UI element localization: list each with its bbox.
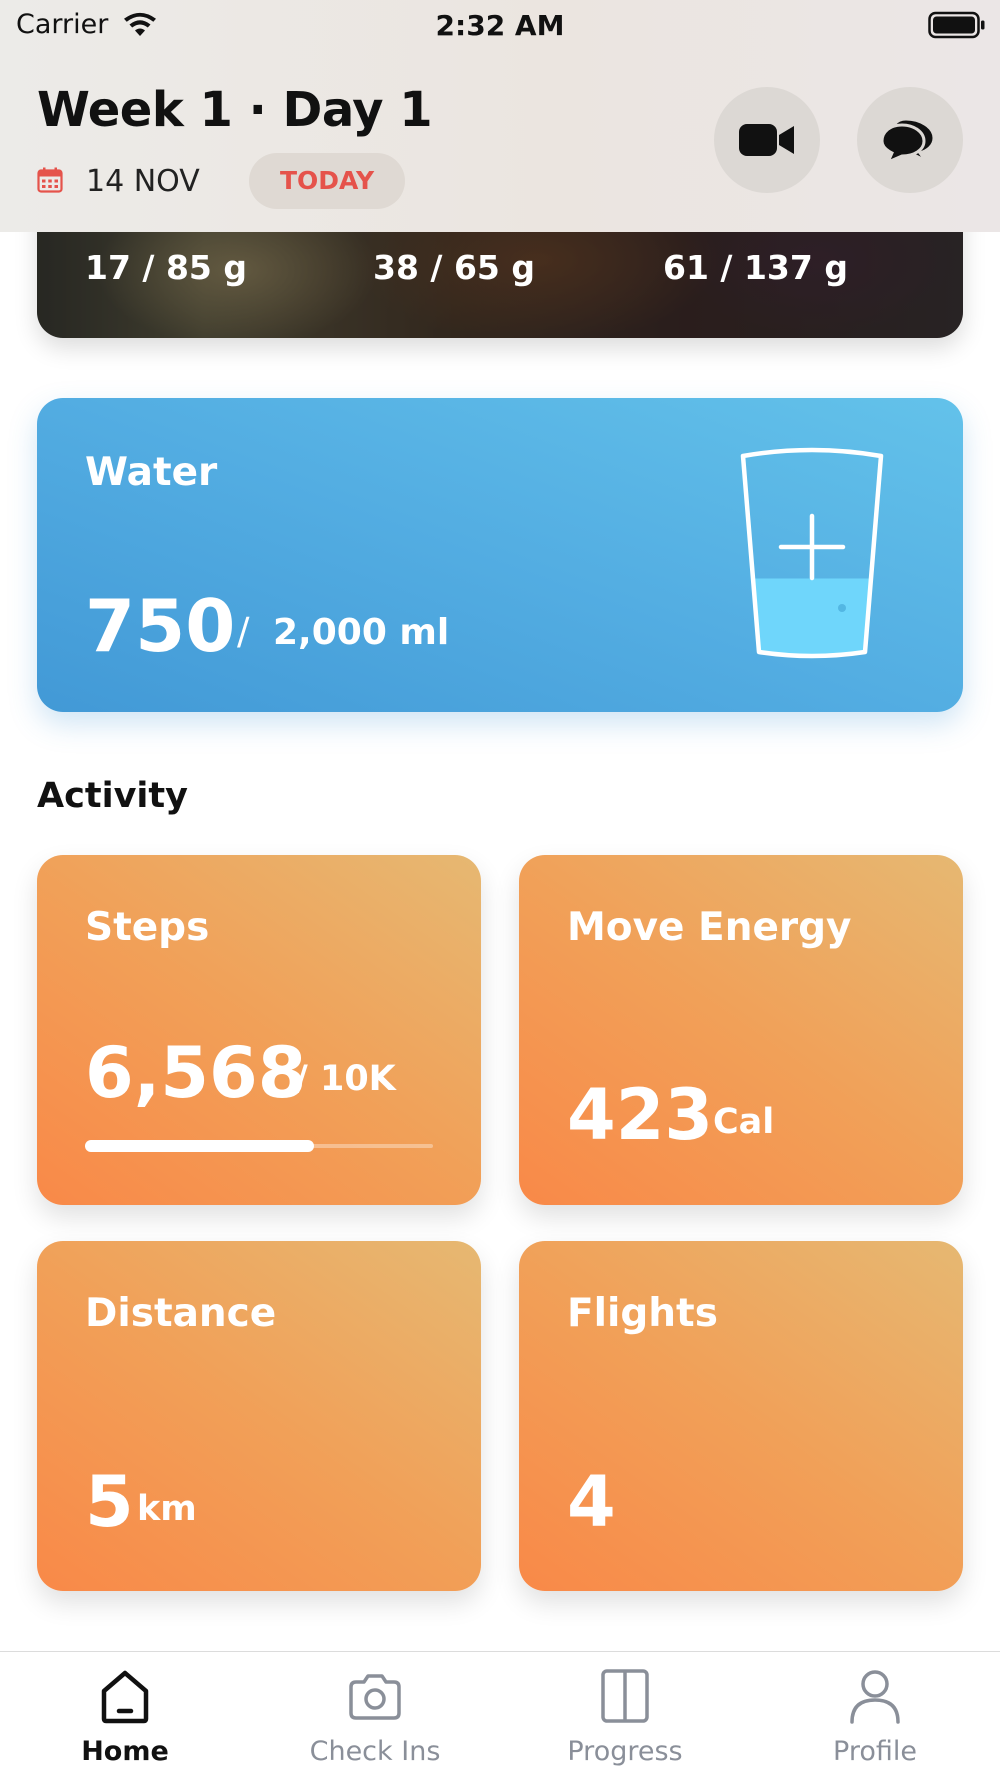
tab-profile-label: Profile bbox=[833, 1736, 917, 1767]
water-glass-plus-icon[interactable] bbox=[737, 446, 887, 662]
date-label: 14 NOV bbox=[86, 164, 200, 199]
flights-title: Flights bbox=[567, 1291, 718, 1336]
water-card[interactable]: Water 750 / 2,000 ml bbox=[37, 398, 963, 712]
flights-card[interactable]: Flights 4 bbox=[519, 1241, 963, 1591]
steps-goal: / 10K bbox=[295, 1059, 396, 1099]
steps-card[interactable]: Steps 6,568 / 10K bbox=[37, 855, 481, 1205]
move-energy-title: Move Energy bbox=[567, 905, 852, 950]
move-energy-unit: Cal bbox=[713, 1102, 775, 1142]
steps-progress-fill bbox=[85, 1140, 314, 1152]
calendar-icon bbox=[37, 167, 63, 193]
status-bar: Carrier 2:32 AM bbox=[0, 0, 1000, 50]
tab-check-ins[interactable]: Check Ins bbox=[250, 1652, 500, 1778]
battery-icon bbox=[928, 11, 985, 39]
tab-progress[interactable]: Progress bbox=[500, 1652, 750, 1778]
person-icon bbox=[850, 1670, 900, 1724]
today-button[interactable]: TODAY bbox=[249, 153, 405, 209]
flights-value: 4 bbox=[567, 1461, 616, 1543]
page-title: Week 1 · Day 1 bbox=[37, 82, 433, 138]
distance-unit: km bbox=[137, 1489, 197, 1529]
distance-card[interactable]: Distance 5 km bbox=[37, 1241, 481, 1591]
activity-heading: Activity bbox=[37, 776, 188, 816]
steps-progress-bar bbox=[85, 1140, 433, 1152]
distance-value: 5 bbox=[85, 1461, 134, 1543]
clock: 2:32 AM bbox=[435, 9, 565, 42]
distance-title: Distance bbox=[85, 1291, 277, 1336]
move-energy-value: 423 bbox=[567, 1074, 714, 1156]
macro-protein: 17 / 85 g bbox=[85, 248, 248, 287]
move-energy-card[interactable]: Move Energy 423 Cal bbox=[519, 855, 963, 1205]
progress-columns-icon bbox=[601, 1669, 649, 1723]
tab-profile[interactable]: Profile bbox=[750, 1652, 1000, 1778]
tab-bar: Home Check Ins Progress Profile bbox=[0, 1651, 1000, 1778]
tab-home-label: Home bbox=[81, 1736, 169, 1767]
chat-bubbles-icon bbox=[880, 117, 936, 165]
water-value: 750 bbox=[85, 584, 236, 668]
tab-home[interactable]: Home bbox=[0, 1652, 250, 1778]
tab-check-ins-label: Check Ins bbox=[309, 1736, 441, 1767]
macro-carbs: 61 / 137 g bbox=[663, 248, 848, 287]
macro-fat: 38 / 65 g bbox=[373, 248, 536, 287]
home-icon bbox=[101, 1670, 149, 1724]
water-goal: 2,000 ml bbox=[273, 612, 450, 653]
camera-icon bbox=[349, 1674, 401, 1720]
video-call-button[interactable] bbox=[714, 87, 820, 193]
steps-title: Steps bbox=[85, 905, 210, 950]
header: Carrier 2:32 AM Week 1 · Day 1 14 NOV TO… bbox=[0, 0, 1000, 232]
water-title: Water bbox=[85, 450, 218, 495]
video-camera-icon bbox=[739, 124, 794, 156]
water-separator: / bbox=[237, 610, 250, 653]
steps-value: 6,568 bbox=[85, 1032, 307, 1114]
chat-button[interactable] bbox=[857, 87, 963, 193]
tab-progress-label: Progress bbox=[567, 1736, 683, 1767]
